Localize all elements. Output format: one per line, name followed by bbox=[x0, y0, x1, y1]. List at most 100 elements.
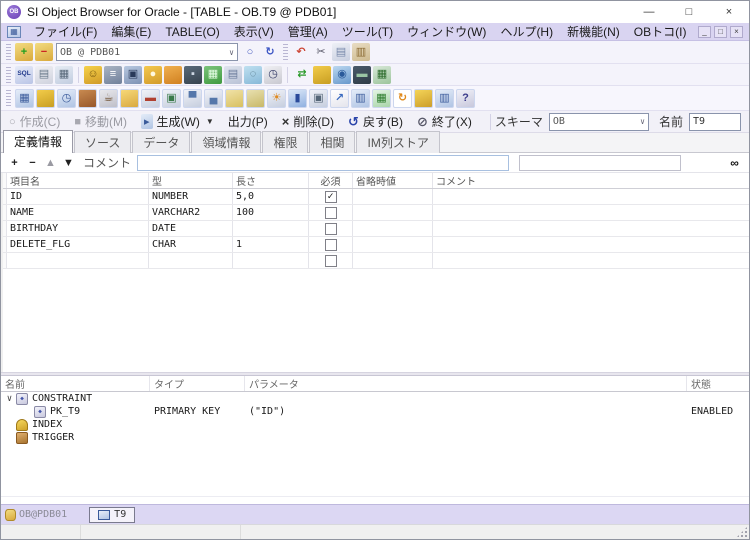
comment-icon[interactable]: ▬ bbox=[353, 66, 371, 84]
menu-item[interactable]: 管理(A) bbox=[281, 24, 335, 40]
table-icon[interactable]: ▦ bbox=[15, 89, 34, 108]
toolbar-grip[interactable] bbox=[283, 44, 288, 60]
menu-item[interactable]: ヘルプ(H) bbox=[493, 24, 560, 40]
cell-comment[interactable] bbox=[433, 237, 749, 252]
teapot-icon[interactable] bbox=[78, 89, 97, 108]
db-connect-icon[interactable]: + bbox=[15, 43, 33, 61]
menu-item[interactable]: ウィンドウ(W) bbox=[400, 24, 493, 40]
close-object-button[interactable]: ⊘ 終了(X) bbox=[417, 113, 472, 130]
move-up-button[interactable]: ▲ bbox=[43, 155, 58, 170]
cell-comment[interactable] bbox=[433, 189, 749, 204]
output-button[interactable]: 出力(P) bbox=[228, 113, 268, 130]
schema-combobox[interactable]: OB ∨ bbox=[549, 113, 649, 131]
cell-comment[interactable] bbox=[433, 205, 749, 220]
required-checkbox[interactable] bbox=[325, 207, 337, 219]
menu-item[interactable]: ツール(T) bbox=[335, 24, 400, 40]
required-checkbox[interactable] bbox=[325, 255, 337, 267]
table-row[interactable]: NAME VARCHAR2 100 bbox=[3, 205, 749, 221]
computer-icon[interactable]: ▣ bbox=[124, 66, 142, 84]
close-button[interactable]: × bbox=[709, 1, 749, 23]
required-checkbox[interactable]: ✓ bbox=[325, 191, 337, 203]
table-row[interactable]: DELETE_FLG CHAR 1 bbox=[3, 237, 749, 253]
window-top-icon[interactable]: ▀ bbox=[183, 89, 202, 108]
memory-icon[interactable]: ▦ bbox=[204, 66, 222, 84]
menu-item[interactable]: OBトコ(I) bbox=[627, 24, 694, 40]
table-row[interactable] bbox=[3, 253, 749, 269]
tab[interactable]: 権限 bbox=[262, 131, 308, 153]
books-icon[interactable]: ▮ bbox=[288, 89, 307, 108]
tree-row[interactable]: ∨ CONSTRAINT bbox=[1, 392, 749, 405]
remove-row-button[interactable]: − bbox=[25, 155, 40, 170]
windows-cascade-icon[interactable]: ▣ bbox=[309, 89, 328, 108]
cell-column-name[interactable]: ID bbox=[7, 189, 149, 204]
window-report-icon[interactable]: ▬ bbox=[141, 89, 160, 108]
copy-icon[interactable]: ▤ bbox=[332, 43, 350, 61]
maximize-button[interactable]: □ bbox=[669, 1, 709, 23]
generate-dropdown-button[interactable]: ▼ bbox=[206, 117, 214, 126]
cell-length[interactable]: 100 bbox=[233, 205, 309, 220]
required-checkbox[interactable] bbox=[325, 223, 337, 235]
menu-item[interactable]: 新機能(N) bbox=[560, 24, 627, 40]
table-row[interactable]: BIRTHDAY DATE bbox=[3, 221, 749, 237]
undo-icon[interactable]: ↶ bbox=[292, 43, 310, 61]
menu-item[interactable]: TABLE(O) bbox=[158, 24, 226, 40]
cell-length[interactable] bbox=[233, 221, 309, 236]
hierarchy-icon[interactable] bbox=[225, 89, 244, 108]
recycle-bin-icon[interactable]: ◌ bbox=[244, 66, 262, 84]
copy-objects-icon[interactable]: ▤ bbox=[224, 66, 242, 84]
cut-icon[interactable]: ✂ bbox=[312, 43, 330, 61]
cell-length[interactable]: 5,0 bbox=[233, 189, 309, 204]
cell-comment[interactable] bbox=[433, 253, 749, 268]
toolbar-grip[interactable] bbox=[6, 44, 11, 60]
cell-default-value[interactable] bbox=[353, 205, 433, 220]
cell-length[interactable] bbox=[233, 253, 309, 268]
tab[interactable]: 定義情報 bbox=[3, 130, 73, 153]
hierarchy-alt-icon[interactable] bbox=[246, 89, 265, 108]
reconnect-icon[interactable]: ↻ bbox=[261, 43, 279, 61]
table-export-icon[interactable]: ▦ bbox=[373, 66, 391, 84]
table-row[interactable]: ID NUMBER 5,0 ✓ bbox=[3, 189, 749, 205]
revert-button[interactable]: ↺ 戻す(B) bbox=[348, 113, 403, 130]
toolbar-grip[interactable] bbox=[6, 67, 11, 83]
table-view-icon[interactable]: ▥ bbox=[351, 89, 370, 108]
menu-item[interactable]: 表示(V) bbox=[227, 24, 281, 40]
document-tab-t9[interactable]: T9 bbox=[89, 507, 135, 523]
help-icon[interactable]: ? bbox=[456, 89, 475, 108]
table-column-icon[interactable]: ▥ bbox=[435, 89, 454, 108]
table-new-icon[interactable]: ▦ bbox=[372, 89, 391, 108]
cell-data-type[interactable]: NUMBER bbox=[149, 189, 233, 204]
package-icon[interactable]: ▪ bbox=[184, 66, 202, 84]
expander-chevron-icon[interactable]: ∨ bbox=[4, 394, 15, 404]
required-checkbox[interactable] bbox=[325, 239, 337, 251]
mdi-minimize-button[interactable]: _ bbox=[698, 26, 711, 38]
cost-icon[interactable] bbox=[414, 89, 433, 108]
cell-default-value[interactable] bbox=[353, 189, 433, 204]
db-server-icon[interactable]: ≡ bbox=[104, 66, 122, 84]
sql-editor-icon[interactable]: SQL bbox=[15, 66, 33, 84]
new-session-icon[interactable]: ○ bbox=[241, 43, 259, 61]
menu-item[interactable]: 編集(E) bbox=[104, 24, 158, 40]
cell-data-type[interactable]: DATE bbox=[149, 221, 233, 236]
compare-icon[interactable]: ⇄ bbox=[293, 66, 311, 84]
folder-icon[interactable] bbox=[120, 89, 139, 108]
connection-combobox[interactable]: OB @ PDB01 ∨ bbox=[56, 43, 238, 61]
cell-data-type[interactable]: CHAR bbox=[149, 237, 233, 252]
tab[interactable]: データ bbox=[132, 131, 190, 153]
key-icon[interactable] bbox=[313, 66, 331, 84]
delete-button[interactable]: × 削除(D) bbox=[282, 113, 334, 130]
toolbar-grip[interactable] bbox=[6, 90, 11, 106]
lock-icon[interactable]: ● bbox=[144, 66, 162, 84]
cell-column-name[interactable]: NAME bbox=[7, 205, 149, 220]
tab[interactable]: ソース bbox=[74, 131, 131, 153]
window-bottom-icon[interactable]: ▄ bbox=[204, 89, 223, 108]
mdi-child-icon[interactable]: ▦ bbox=[7, 26, 21, 38]
cell-column-name[interactable]: BIRTHDAY bbox=[7, 221, 149, 236]
coffee-cup-icon[interactable]: ☕ bbox=[99, 89, 118, 108]
mdi-restore-button[interactable]: □ bbox=[714, 26, 727, 38]
menu-item[interactable]: ファイル(F) bbox=[27, 24, 104, 40]
cell-column-name[interactable] bbox=[7, 253, 149, 268]
session-item[interactable]: OB@PDB01 bbox=[5, 509, 67, 521]
tree-row[interactable]: TRIGGER bbox=[1, 431, 749, 444]
web-sync-icon[interactable]: ◉ bbox=[333, 66, 351, 84]
generate-button[interactable]: ▸ 生成(W) bbox=[141, 113, 200, 130]
